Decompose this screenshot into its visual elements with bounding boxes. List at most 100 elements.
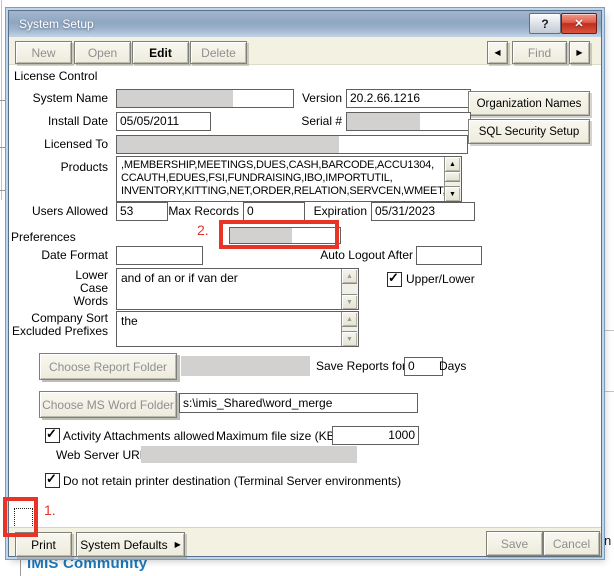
delete-button[interactable]: Delete — [190, 41, 247, 64]
version-label: Version — [246, 91, 342, 105]
save-button[interactable]: Save — [486, 531, 543, 556]
choose-report-folder-button[interactable]: Choose Report Folder — [39, 353, 177, 380]
down-arrow-icon: ▼ — [346, 299, 353, 306]
products-textarea[interactable]: ,MEMBERSHIP,MEETINGS,DUES,CASH,BARCODE,A… — [116, 156, 462, 202]
web-server-url-redacted — [141, 446, 357, 463]
up-arrow-icon: ▲ — [346, 273, 353, 280]
printer-destination-checkbox[interactable]: ✓ — [45, 473, 60, 488]
scroll-down-button[interactable]: ▼ — [342, 331, 357, 346]
date-format-label: Date Format — [9, 248, 108, 262]
toolbar: New Open Edit Delete ◀ Find ▶ — [9, 37, 601, 65]
company-sort-label: Company Sort Excluded Prefixes — [10, 312, 108, 338]
choose-ms-word-folder-button[interactable]: Choose MS Word Folder — [39, 391, 177, 418]
scroll-down-button[interactable]: ▼ — [342, 294, 357, 309]
lower-case-scrollbar[interactable]: ▲ ▼ — [341, 269, 358, 309]
right-arrow-icon: ▶ — [576, 48, 582, 57]
serial-number-label: Serial # — [246, 114, 342, 128]
open-button[interactable]: Open — [74, 41, 131, 64]
license-control-group-label: License Control — [14, 69, 97, 83]
footer-bar: Print System Defaults ▶ Save Cancel — [9, 527, 601, 556]
auto-logout-label: Auto Logout After — [309, 248, 413, 262]
left-arrow-icon: ◀ — [494, 48, 500, 57]
company-sort-textarea[interactable]: the ▲ ▼ — [116, 311, 359, 347]
licensed-to-label: Licensed To — [9, 137, 108, 151]
find-previous-button[interactable]: ◀ — [487, 41, 508, 64]
sql-security-setup-button[interactable]: SQL Security Setup — [468, 119, 590, 144]
company-sort-value: the — [121, 314, 340, 329]
up-arrow-icon: ▲ — [346, 316, 353, 323]
preferences-group-label: Preferences — [11, 230, 76, 244]
help-button[interactable]: ? — [529, 13, 561, 34]
up-arrow-icon: ▲ — [449, 161, 456, 168]
printer-destination-label: Do not retain printer destination (Termi… — [63, 474, 401, 488]
down-arrow-icon: ▼ — [346, 336, 353, 343]
page-frame-line — [20, 556, 21, 576]
activity-attachments-checkbox[interactable]: ✓ — [45, 428, 60, 443]
users-allowed-label: Users Allowed — [9, 204, 108, 218]
save-reports-days-field[interactable]: 0 — [404, 357, 443, 376]
scroll-up-button[interactable]: ▲ — [342, 269, 357, 284]
max-file-size-label: Maximum file size (KB) — [216, 429, 339, 443]
imis-community-heading[interactable]: iMIS Community — [27, 555, 147, 572]
products-line: ,MEMBERSHIP,MEETINGS,DUES,CASH,BARCODE,A… — [121, 159, 443, 172]
report-folder-redacted-field — [181, 356, 310, 376]
activity-attachments-label: Activity Attachments allowed — [63, 429, 214, 443]
annotation-box-2 — [219, 220, 339, 249]
web-server-url-label: Web Server URL — [56, 448, 146, 462]
ms-word-folder-field[interactable]: s:\imis_Shared\word_merge — [179, 393, 418, 413]
products-label: Products — [9, 160, 108, 174]
days-label: Days — [439, 359, 466, 373]
redacted-value — [117, 136, 339, 153]
max-file-size-field[interactable]: 1000 — [332, 426, 419, 445]
page-tick — [0, 100, 7, 101]
install-date-label: Install Date — [9, 114, 108, 128]
new-button[interactable]: New — [15, 41, 72, 64]
close-button[interactable]: ✕ — [561, 13, 597, 34]
scroll-up-button[interactable]: ▲ — [445, 157, 460, 172]
products-line: CCAUTH,EDUES,FSI,FUNDRAISING,IBO,IMPORTU… — [121, 172, 443, 185]
title-bar[interactable]: System Setup ? ✕ — [9, 11, 601, 37]
scroll-down-button[interactable]: ▼ — [445, 186, 460, 201]
organization-names-button[interactable]: Organization Names — [468, 91, 590, 116]
page-tick — [605, 391, 614, 392]
lower-case-words-label: Lower Case Words — [44, 269, 108, 308]
version-field[interactable]: 20.2.66.1216 — [346, 89, 471, 108]
company-sort-scrollbar[interactable]: ▲ ▼ — [341, 312, 358, 346]
expiration-field[interactable]: 05/31/2023 — [371, 202, 475, 221]
max-records-label: Max Records — [159, 204, 239, 218]
down-arrow-icon: ▼ — [449, 191, 456, 198]
cancel-button[interactable]: Cancel — [543, 531, 600, 556]
menu-arrow-icon: ▶ — [175, 540, 181, 549]
upper-lower-checkbox[interactable]: ✓ — [387, 272, 402, 287]
scrollbar-thumb[interactable] — [445, 172, 460, 182]
save-reports-label: Save Reports for — [316, 359, 406, 373]
check-icon: ✓ — [388, 270, 399, 286]
background-text-fragment: n — [604, 533, 611, 548]
system-defaults-button[interactable]: System Defaults ▶ — [76, 532, 185, 557]
auto-logout-field[interactable] — [416, 246, 482, 265]
scroll-up-button[interactable]: ▲ — [342, 312, 357, 327]
check-icon: ✓ — [46, 471, 57, 487]
help-icon: ? — [541, 17, 548, 31]
products-line: INVENTORY,KITTING,NET,ORDER,RELATION,SER… — [121, 185, 443, 198]
lower-case-words-textarea[interactable]: and of an or if van der ▲ ▼ — [116, 268, 359, 310]
products-scrollbar[interactable]: ▲ ▼ — [444, 157, 461, 201]
annotation-number-1: 1. — [44, 502, 56, 518]
date-format-field[interactable] — [116, 246, 203, 265]
find-button[interactable]: Find — [512, 41, 567, 64]
install-date-field[interactable]: 05/05/2011 — [116, 112, 211, 131]
page-tick — [0, 190, 7, 191]
page-tick — [605, 330, 614, 331]
redacted-value — [117, 90, 233, 107]
page-tick — [0, 147, 7, 148]
system-setup-dialog: System Setup ? ✕ New Open Edit Delete ◀ … — [8, 10, 602, 557]
serial-number-field[interactable] — [346, 112, 471, 131]
annotation-box-1 — [3, 497, 38, 537]
licensed-to-field[interactable] — [116, 135, 468, 154]
system-name-label: System Name — [9, 91, 108, 105]
lower-case-words-value: and of an or if van der — [121, 271, 340, 286]
expiration-label: Expiration — [289, 204, 367, 218]
find-next-button[interactable]: ▶ — [569, 41, 590, 64]
close-icon: ✕ — [574, 17, 583, 30]
edit-button[interactable]: Edit — [132, 41, 189, 64]
